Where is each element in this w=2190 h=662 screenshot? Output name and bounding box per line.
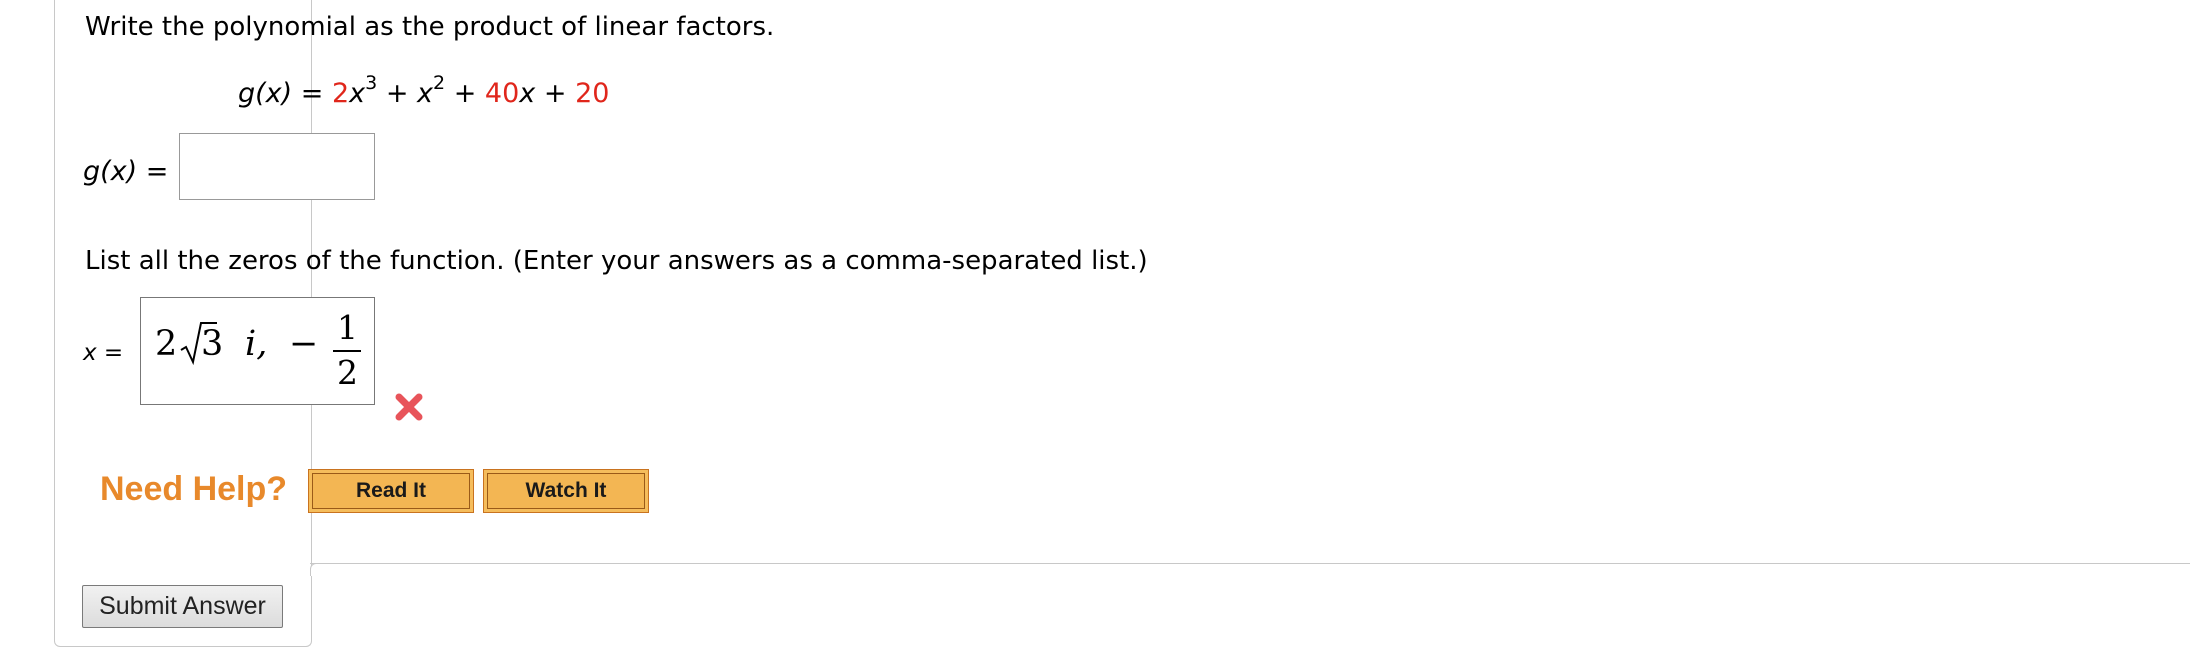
zeros-fraction: 1 2 (331, 308, 365, 394)
equation-plus-3: + (535, 78, 576, 109)
equation-constant: 20 (575, 78, 610, 109)
equation-plus-1: + (377, 78, 418, 109)
read-it-button[interactable]: Read It (308, 469, 474, 513)
equation-coef-3: 40 (484, 78, 520, 109)
fraction-numerator: 1 (337, 308, 358, 347)
polynomial-equation: g(x) = 2x3 + x2 + 40x + 20 (238, 74, 610, 110)
divider-line (310, 563, 2190, 564)
watch-it-label: Watch It (487, 473, 645, 509)
zeros-minus-sign: − (289, 324, 319, 364)
equation-var-1: x (349, 78, 366, 109)
read-it-label: Read It (312, 473, 470, 509)
zeros-instruction: List all the zeros of the function. (Ent… (85, 246, 1148, 276)
factor-answer-input[interactable] (179, 133, 375, 200)
question-instruction: Write the polynomial as the product of l… (85, 12, 775, 42)
equation-coef-1: 2 (331, 78, 350, 109)
zeros-coef: 2 (155, 324, 178, 364)
fraction-bar (333, 350, 361, 352)
need-help-label: Need Help? (100, 470, 288, 508)
factor-answer-label: g(x) = (83, 156, 169, 187)
equation-lhs: g(x) = (238, 78, 324, 109)
submit-answer-button[interactable]: Submit Answer (82, 585, 283, 628)
fraction-denominator: 2 (337, 353, 358, 392)
zeros-answer-input[interactable]: 2 3 i, − 1 2 (140, 297, 375, 405)
equation-var-2: x (417, 78, 434, 109)
equation-exp-1: 3 (365, 72, 378, 94)
zeros-answer-label: x = (83, 340, 124, 366)
zeros-imaginary-unit: i, (245, 324, 268, 364)
divider-corner (310, 563, 323, 576)
equation-exp-2: 2 (433, 72, 446, 94)
incorrect-x-icon (395, 393, 423, 421)
watch-it-button[interactable]: Watch It (483, 469, 649, 513)
zeros-radicand: 3 (201, 324, 224, 364)
equation-var-3: x (519, 78, 536, 109)
equation-plus-2: + (445, 78, 485, 109)
